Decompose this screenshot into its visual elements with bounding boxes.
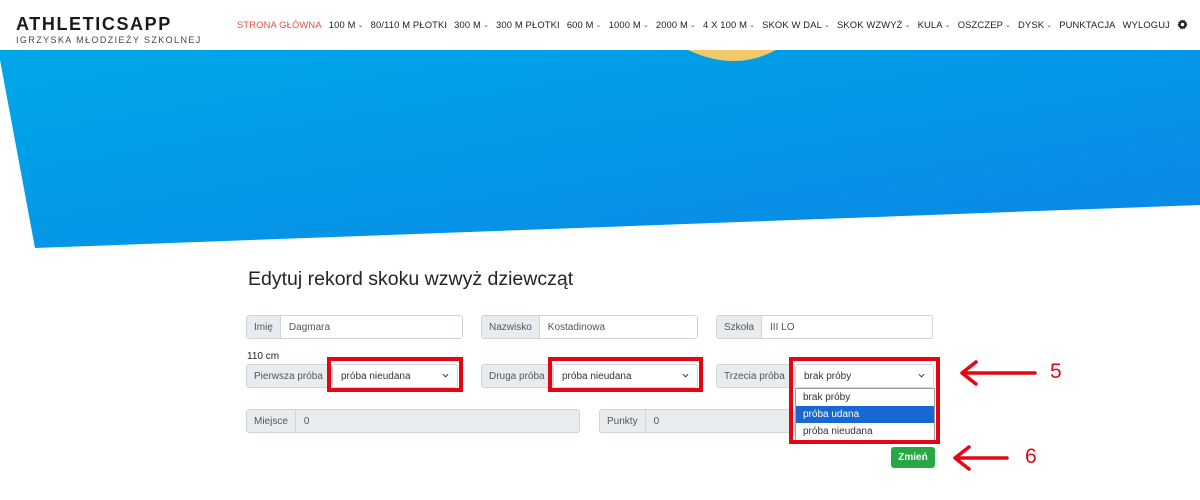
first-name-group: Imię Dagmara: [246, 315, 463, 339]
first-name-field[interactable]: Dagmara: [280, 316, 462, 338]
nav-item-label: KULA: [917, 19, 943, 30]
arrow-left-icon: [953, 445, 1009, 471]
school-label: Szkoła: [717, 316, 763, 338]
chevron-down-icon: ⌄: [482, 21, 489, 29]
chevron-down-icon: ⌄: [904, 21, 911, 29]
nav-item-label: 80/110 M PŁOTKI: [370, 19, 448, 30]
last-name-field[interactable]: Kostadinowa: [539, 316, 697, 338]
points-field: 0: [645, 410, 794, 432]
school-group: Szkoła III LO: [716, 315, 933, 339]
chevron-down-icon: ⌄: [1046, 21, 1053, 29]
place-label: Miejsce: [247, 410, 296, 432]
chevron-down-icon: ⌄: [1005, 21, 1012, 29]
attempt1-value: próba nieudana: [341, 370, 411, 382]
nav-item-label: SKOK W DAL: [762, 19, 822, 30]
dropdown-option-no-attempt[interactable]: brak próby: [796, 389, 934, 406]
last-name-label: Nazwisko: [482, 316, 540, 338]
brand-title: ATHLETICSAPP: [16, 14, 172, 34]
nav-menu: STRONA GŁÓWNA 100 M ⌄ 80/110 M PŁOTKI 300…: [237, 19, 1188, 30]
attempt3-select[interactable]: brak próby: [795, 364, 934, 388]
nav-item-label: 1000 M: [608, 19, 641, 30]
nav-item-label: 300 M PŁOTKI: [496, 19, 560, 30]
chevron-down-icon: [682, 373, 689, 378]
points-label: Punkty: [600, 410, 646, 432]
nav-item-2000m[interactable]: 2000 M ⌄: [656, 19, 696, 30]
arrow-left-icon: [960, 360, 1037, 386]
chevron-down-icon: [442, 373, 449, 378]
first-name-label: Imię: [247, 316, 281, 338]
nav-item-discus[interactable]: DYSK ⌄: [1018, 19, 1052, 30]
nav-item-label: SKOK WZWYŻ: [837, 19, 903, 30]
nav-item-label: 2000 M: [655, 19, 688, 30]
nav-item-logout[interactable]: WYLOGUJ: [1123, 19, 1170, 30]
step-number-6: 6: [1025, 445, 1037, 468]
place-group: Miejsce 0: [246, 409, 580, 433]
chevron-down-icon: ⌄: [823, 21, 830, 29]
nav-item-300m-hurdles[interactable]: 300 M PŁOTKI: [496, 19, 560, 30]
nav-item-home[interactable]: STRONA GŁÓWNA: [237, 19, 322, 30]
attempt3-dropdown-list: brak próby próba udana próba nieudana: [795, 388, 935, 441]
chevron-down-icon: ⌄: [642, 21, 649, 29]
brand-subtitle: IGRZYSKA MŁODZIEŻY SZKOLNEJ: [16, 35, 202, 45]
nav-item-label: 100 M: [328, 19, 356, 30]
chevron-down-icon: [918, 373, 925, 378]
nav-item-1000m[interactable]: 1000 M ⌄: [609, 19, 649, 30]
nav-item-300m[interactable]: 300 M ⌄: [454, 19, 489, 30]
attempt2-select[interactable]: próba nieudana: [553, 364, 698, 388]
page-title: Edytuj rekord skoku wzwyż dziewcząt: [248, 268, 574, 290]
nav-item-long-jump[interactable]: SKOK W DAL ⌄: [762, 19, 830, 30]
nav-item-label: STRONA GŁÓWNA: [236, 19, 322, 30]
chevron-down-icon: ⌄: [944, 21, 951, 29]
nav-item-label: DYSK: [1018, 19, 1045, 30]
points-group: Punkty 0: [599, 409, 795, 433]
attempt3-label: Trzecia próba: [716, 364, 795, 388]
place-field: 0: [295, 410, 579, 432]
chevron-down-icon: ⌄: [357, 21, 364, 29]
hero-banner: [0, 50, 1200, 250]
chevron-down-icon: ⌄: [749, 21, 756, 29]
gear-icon[interactable]: [1177, 19, 1188, 30]
height-label: 110 cm: [247, 351, 280, 362]
step-number-5: 5: [1050, 360, 1062, 383]
last-name-group: Nazwisko Kostadinowa: [481, 315, 698, 339]
nav-item-label: 4 X 100 M: [703, 19, 748, 30]
top-navbar: ATHLETICSAPP IGRZYSKA MŁODZIEŻY SZKOLNEJ…: [0, 0, 1200, 50]
nav-item-100m[interactable]: 100 M ⌄: [329, 19, 364, 30]
dropdown-option-fail[interactable]: próba nieudana: [796, 423, 934, 440]
attempt1-select[interactable]: próba nieudana: [332, 364, 458, 388]
nav-item-4x100m[interactable]: 4 X 100 M ⌄: [703, 19, 755, 30]
chevron-down-icon: ⌄: [690, 21, 697, 29]
nav-item-label: 600 M: [566, 19, 594, 30]
attempt3-value: brak próby: [804, 370, 852, 382]
nav-item-scoring[interactable]: PUNKTACJA: [1059, 19, 1115, 30]
brand-logo[interactable]: ATHLETICSAPP IGRZYSKA MŁODZIEŻY SZKOLNEJ: [16, 14, 202, 46]
school-field[interactable]: III LO: [762, 316, 932, 338]
nav-item-80-110m-hurdles[interactable]: 80/110 M PŁOTKI: [371, 19, 448, 30]
attempt1-label: Pierwsza próba: [246, 364, 332, 388]
nav-item-label: WYLOGUJ: [1122, 19, 1170, 30]
nav-item-high-jump[interactable]: SKOK WZWYŻ ⌄: [837, 19, 911, 30]
submit-change-button[interactable]: Zmień: [891, 447, 935, 468]
nav-item-label: PUNKTACJA: [1059, 19, 1116, 30]
nav-item-label: 300 M: [454, 19, 481, 30]
dropdown-option-success[interactable]: próba udana: [796, 406, 934, 423]
nav-item-shot-put[interactable]: KULA ⌄: [918, 19, 951, 30]
attempt2-value: próba nieudana: [562, 370, 632, 382]
hero-background: [0, 50, 1200, 248]
nav-item-label: OSZCZEP: [957, 19, 1004, 30]
nav-item-javelin[interactable]: OSZCZEP ⌄: [958, 19, 1011, 30]
chevron-down-icon: ⌄: [595, 21, 602, 29]
attempt2-label: Druga próba: [481, 364, 553, 388]
nav-item-600m[interactable]: 600 M ⌄: [567, 19, 602, 30]
